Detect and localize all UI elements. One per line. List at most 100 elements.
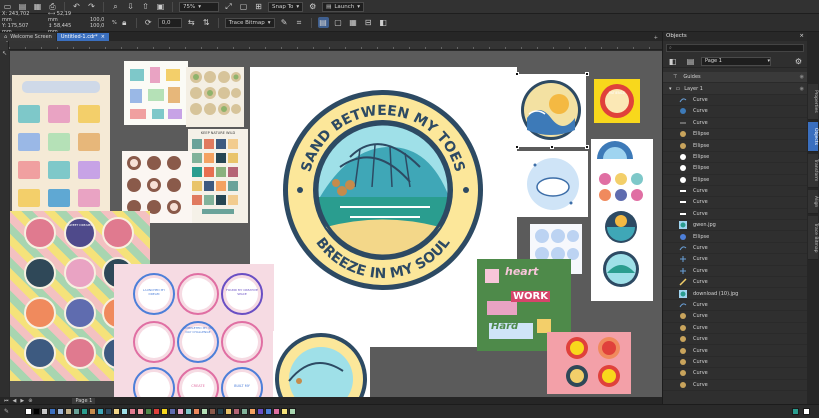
sun-wave-badge[interactable] (517, 74, 586, 147)
nature-sticker-sheet[interactable]: KEEP NATURE WILD (188, 129, 248, 223)
color-swatch[interactable] (241, 408, 249, 415)
color-swatch[interactable] (73, 408, 81, 415)
color-swatch[interactable] (233, 408, 241, 415)
close-icon[interactable]: × (101, 33, 105, 41)
main-beach-badge[interactable]: SAND BETWEEN MY TOES BREEZE IN MY SOUL (280, 87, 486, 293)
selection-handle[interactable] (585, 72, 589, 76)
color-swatch[interactable] (281, 408, 289, 415)
tab-objects[interactable]: Objects (808, 122, 818, 152)
pink-badge-sheet[interactable]: COMPLETED MY 30-DAY CHALLENGE CREATE BUI… (114, 264, 274, 397)
gear-icon[interactable]: ⚙ (307, 1, 318, 12)
color-swatch[interactable] (177, 408, 185, 415)
drawing-canvas[interactable]: KEEP NATURE WILD SWEET DREAMS COMPLETED … (10, 51, 662, 397)
color-swatch[interactable] (185, 408, 193, 415)
search-icon[interactable]: ⌕ (110, 1, 121, 12)
retro-sticker-sheet[interactable] (124, 61, 188, 125)
color-swatch[interactable] (249, 408, 257, 415)
scale-height-field[interactable]: 100,0 (90, 23, 112, 29)
color-swatch[interactable] (145, 408, 153, 415)
pick-tool-icon[interactable]: ↖ (0, 50, 9, 60)
lock-icon[interactable]: 🔒︎ (119, 17, 130, 28)
angle-field[interactable]: 0,0 (157, 17, 182, 28)
color-swatch[interactable] (225, 408, 233, 415)
object-row[interactable]: Curve (663, 368, 808, 380)
expand-icon[interactable]: ▾ (669, 86, 672, 92)
outline-indicator[interactable] (803, 408, 810, 415)
object-row[interactable]: Curve (663, 209, 808, 221)
object-row[interactable]: Curve (663, 334, 808, 346)
width-field[interactable]: ⟷ 52,19 mm (48, 11, 80, 23)
redo-icon[interactable]: ↷ (86, 1, 97, 12)
mirror-h-icon[interactable]: ⇆ (186, 17, 197, 28)
color-swatch[interactable] (257, 408, 265, 415)
object-row[interactable]: Curve (663, 186, 808, 198)
color-swatch[interactable] (201, 408, 209, 415)
page-selector[interactable]: Page 1 ▾ (701, 56, 771, 66)
partial-beach-badge[interactable] (273, 331, 370, 397)
transparency-icon[interactable]: ◧ (378, 17, 389, 28)
selection-handle[interactable] (515, 72, 519, 76)
object-row[interactable]: Ellipse (663, 140, 808, 152)
plant-sticker-sheet[interactable] (186, 67, 244, 127)
color-swatch[interactable] (113, 408, 121, 415)
close-icon[interactable]: × (799, 32, 804, 41)
selection-handle[interactable] (515, 145, 519, 149)
page-1-tab[interactable]: Page 1 (72, 397, 96, 404)
full-screen-icon[interactable]: ⤢ (223, 1, 234, 12)
object-row[interactable]: Curve (663, 106, 808, 118)
object-row[interactable]: Curve (663, 95, 808, 107)
object-row[interactable]: download (10).jpg (663, 288, 808, 300)
color-swatch[interactable] (89, 408, 97, 415)
color-swatch[interactable] (161, 408, 169, 415)
object-row[interactable]: Curve (663, 357, 808, 369)
object-row[interactable]: gwen.jpg (663, 220, 808, 232)
objects-search-input[interactable]: ⌕ (666, 44, 804, 52)
arrange-icon[interactable]: ▦ (348, 17, 359, 28)
object-row[interactable]: Curve (663, 380, 808, 391)
color-swatch[interactable] (57, 408, 65, 415)
trace-bitmap-button[interactable]: Trace Bitmap ▾ (224, 17, 275, 28)
color-swatch[interactable] (25, 408, 33, 415)
horizontal-ruler[interactable] (9, 41, 662, 50)
object-row[interactable]: Ellipse (663, 175, 808, 186)
color-swatch[interactable] (153, 408, 161, 415)
crop-icon[interactable]: ⌗ (294, 17, 305, 28)
object-row[interactable]: Curve (663, 266, 808, 278)
rotate-icon[interactable]: ⟳ (143, 17, 154, 28)
tab-untitled-1[interactable]: Untitled-1.cdr* × (56, 33, 109, 41)
color-swatch[interactable] (97, 408, 105, 415)
tab-transform[interactable]: Transform (808, 154, 818, 188)
color-swatch[interactable] (81, 408, 89, 415)
color-swatch[interactable] (273, 408, 281, 415)
object-row[interactable]: Curve (663, 300, 808, 312)
color-swatch[interactable] (129, 408, 137, 415)
object-row[interactable]: Curve (663, 254, 808, 266)
publish-icon[interactable]: ▣ (155, 1, 166, 12)
object-row[interactable]: Curve (663, 323, 808, 334)
color-swatch[interactable] (105, 408, 113, 415)
color-swatch[interactable] (121, 408, 129, 415)
object-row[interactable]: Curve (663, 243, 808, 255)
object-row[interactable]: Curve (663, 311, 808, 323)
patience-badge[interactable]: PATIENCE (594, 79, 640, 123)
color-swatch[interactable] (33, 408, 41, 415)
color-swatch[interactable] (193, 408, 201, 415)
launch-combo[interactable]: ▤ Launch ▾ (322, 1, 365, 12)
color-swatch[interactable] (65, 408, 73, 415)
eye-icon[interactable]: ◉ (800, 74, 804, 80)
zoom-combo[interactable]: 75% ▾ (179, 1, 219, 12)
rulers-icon[interactable]: ⊞ (253, 1, 264, 12)
object-row[interactable]: Ellipse (663, 152, 808, 164)
flower-badge-sheet[interactable] (547, 332, 631, 394)
color-swatch[interactable] (217, 408, 225, 415)
object-row[interactable]: Curve (663, 277, 808, 289)
color-swatch[interactable] (41, 408, 49, 415)
gear-icon[interactable]: ⚙ (793, 56, 804, 67)
color-swatch[interactable] (209, 408, 217, 415)
fill-indicator[interactable] (792, 408, 799, 415)
x-position-field[interactable]: X: 243,702 mm (2, 11, 36, 23)
wireframe-icon[interactable]: ▢ (238, 1, 249, 12)
eyedropper-icon[interactable]: ✎ (4, 408, 9, 415)
tab-align[interactable]: Align (808, 190, 818, 214)
selection-handle[interactable] (550, 145, 554, 149)
